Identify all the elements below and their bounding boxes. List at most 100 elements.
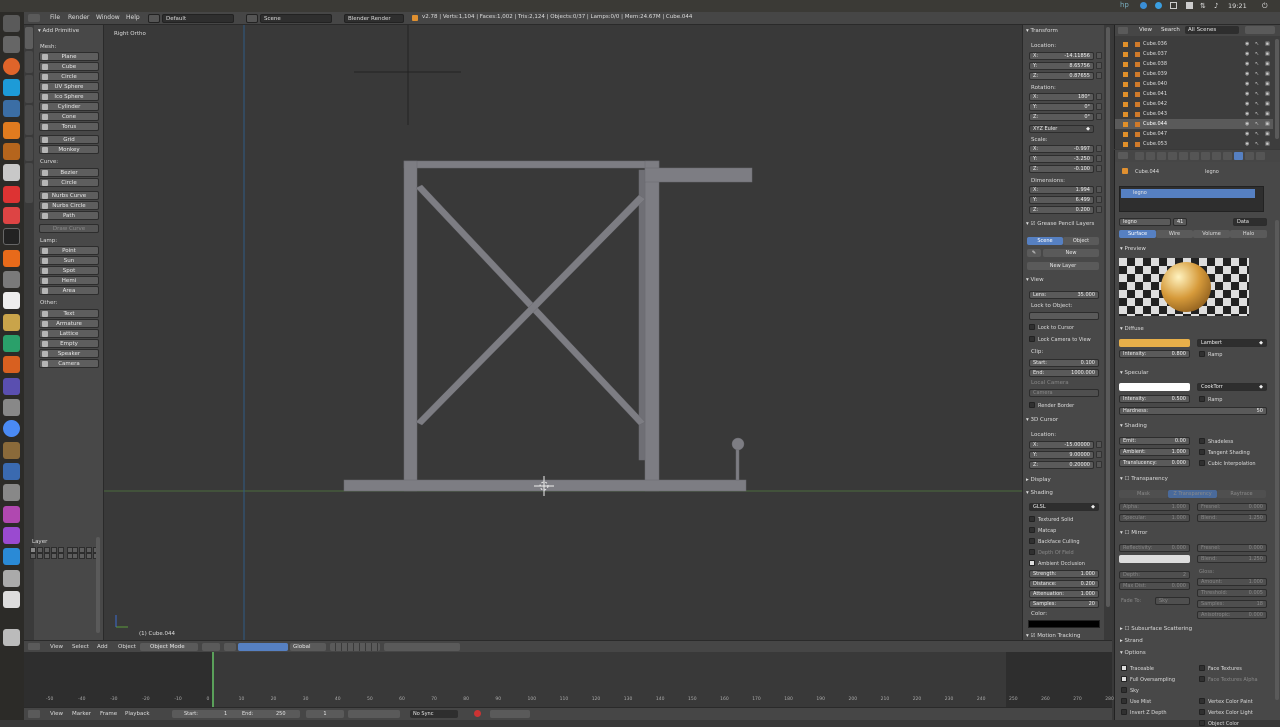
- panel-diffuse[interactable]: ▾ Diffuse: [1120, 326, 1144, 332]
- app-icon[interactable]: [3, 335, 20, 352]
- outliner-row[interactable]: Cube.041 ◉ ↖ ▣: [1115, 89, 1273, 99]
- gp-scene-tab[interactable]: Scene: [1027, 237, 1063, 245]
- dropbox-icon[interactable]: [1140, 2, 1147, 9]
- app-icon[interactable]: [3, 442, 20, 459]
- render-icon[interactable]: ▣: [1265, 49, 1270, 59]
- visibility-icon[interactable]: ◉: [1245, 109, 1249, 119]
- lock-icon[interactable]: [1096, 113, 1102, 120]
- select-icon[interactable]: ↖: [1255, 129, 1259, 139]
- app-icon[interactable]: [3, 207, 20, 224]
- lock-icon[interactable]: [1096, 155, 1102, 162]
- option-checkbox[interactable]: [1199, 665, 1205, 671]
- lamp-hemi-button[interactable]: Hemi: [39, 276, 99, 285]
- mesh-cylinder-button[interactable]: Cylinder: [39, 102, 99, 111]
- app-icon[interactable]: [3, 378, 20, 395]
- gp-object-tab[interactable]: Object: [1063, 237, 1099, 245]
- lamp-sun-button[interactable]: Sun: [39, 256, 99, 265]
- mode-select[interactable]: Object Mode: [140, 643, 198, 651]
- editor-type-icon[interactable]: [28, 710, 40, 718]
- curve-circle-button[interactable]: Circle: [39, 178, 99, 187]
- playback-controls[interactable]: [348, 710, 400, 718]
- app-icon[interactable]: [3, 506, 20, 523]
- draw-curve-button[interactable]: Draw Curve: [39, 224, 99, 233]
- specular-intensity[interactable]: Intensity: 0.500: [1119, 395, 1190, 403]
- local-camera-field[interactable]: Camera: [1029, 389, 1099, 397]
- app-icon[interactable]: [3, 484, 20, 501]
- frame-range[interactable]: Start: 1 End: 250: [172, 710, 300, 718]
- location-z-field[interactable]: Z: 0.87655: [1029, 72, 1094, 80]
- outliner-row[interactable]: Cube.040 ◉ ↖ ▣: [1115, 79, 1273, 89]
- dimensions-y-field[interactable]: Y: 6.499: [1029, 196, 1094, 204]
- option-checkbox[interactable]: [1199, 720, 1205, 726]
- reflectivity-field[interactable]: Reflectivity: 0.000: [1119, 544, 1190, 552]
- hp-icon[interactable]: hp: [1120, 1, 1129, 9]
- option-checkbox[interactable]: [1121, 687, 1127, 693]
- visibility-icon[interactable]: ◉: [1245, 119, 1249, 129]
- pivot-select[interactable]: [224, 643, 236, 651]
- material-slot[interactable]: legno: [1121, 189, 1255, 198]
- vp-menu-object[interactable]: Object: [118, 644, 136, 650]
- scale-x-field[interactable]: X: -0.997: [1029, 145, 1094, 153]
- matcap-checkbox[interactable]: [1029, 527, 1035, 533]
- vp-menu-add[interactable]: Add: [97, 644, 108, 650]
- props-context-tab[interactable]: [1212, 152, 1221, 160]
- layout-select[interactable]: Default: [162, 14, 234, 23]
- outliner-display-mode[interactable]: All Scenes: [1185, 26, 1239, 34]
- mirror-color[interactable]: [1119, 555, 1190, 563]
- outliner-row[interactable]: Cube.042 ◉ ↖ ▣: [1115, 99, 1273, 109]
- panel-transparency[interactable]: ▾ ☐ Transparency: [1120, 476, 1168, 482]
- render-icon[interactable]: ▣: [1265, 59, 1270, 69]
- fresnel-field[interactable]: Fresnel: 0.000: [1197, 503, 1267, 511]
- ao-color-swatch[interactable]: [1028, 620, 1100, 628]
- render-icon[interactable]: ▣: [1265, 39, 1270, 49]
- skype-icon[interactable]: [3, 79, 20, 96]
- network-icon[interactable]: ⇅: [1200, 2, 1206, 10]
- mesh-cone-button[interactable]: Cone: [39, 112, 99, 121]
- app-icon[interactable]: [3, 164, 20, 181]
- editor-type-icon[interactable]: [28, 643, 40, 650]
- render-icon[interactable]: ▣: [1265, 129, 1270, 139]
- visibility-icon[interactable]: ◉: [1245, 89, 1249, 99]
- trash-icon[interactable]: [3, 629, 20, 646]
- props-context-tab[interactable]: [1190, 152, 1199, 160]
- specular-ramp-checkbox[interactable]: [1199, 396, 1205, 402]
- pin-icon[interactable]: [1122, 168, 1128, 174]
- dof-checkbox[interactable]: [1029, 549, 1035, 555]
- panel-mirror[interactable]: ▾ ☐ Mirror: [1120, 530, 1147, 536]
- ao-field[interactable]: Samples: 20: [1029, 600, 1099, 608]
- shadeless-checkbox[interactable]: [1199, 438, 1205, 444]
- visibility-icon[interactable]: ◉: [1245, 99, 1249, 109]
- tl-menu-frame[interactable]: Frame: [100, 711, 117, 717]
- scene-icon[interactable]: [246, 14, 258, 23]
- outliner-row[interactable]: Cube.043 ◉ ↖ ▣: [1115, 109, 1273, 119]
- lock-icon[interactable]: [1096, 93, 1102, 100]
- cubic-checkbox[interactable]: [1199, 460, 1205, 466]
- outliner-row[interactable]: Cube.038 ◉ ↖ ▣: [1115, 59, 1273, 69]
- app-icon[interactable]: [3, 314, 20, 331]
- app-icon[interactable]: [3, 143, 20, 160]
- panel-grease-pencil[interactable]: ▾ ☑ Grease Pencil Layers: [1026, 221, 1094, 227]
- props-context-tab[interactable]: [1256, 152, 1265, 160]
- editor-type-icon[interactable]: [1118, 27, 1128, 34]
- option-checkbox[interactable]: [1199, 698, 1205, 704]
- terminal-icon[interactable]: [3, 228, 20, 245]
- props-context-tab[interactable]: [1179, 152, 1188, 160]
- visibility-icon[interactable]: ◉: [1245, 49, 1249, 59]
- props-context-tab[interactable]: [1157, 152, 1166, 160]
- clip-end-field[interactable]: End: 1000.000: [1029, 369, 1099, 377]
- timeline[interactable]: -50 -40 -30 -20 -10 0 10 20 30 40 50 60 70 80 90 100 110…: [24, 652, 1114, 707]
- firefox-icon[interactable]: [3, 58, 20, 75]
- props-context-tab[interactable]: [1168, 152, 1177, 160]
- app-icon[interactable]: [3, 570, 20, 587]
- mesh-cube-button[interactable]: Cube: [39, 62, 99, 71]
- mirror-fresnel-field[interactable]: Fresnel: 0.000: [1197, 544, 1267, 552]
- app-icon[interactable]: [3, 356, 20, 373]
- gp-new-button[interactable]: New: [1043, 249, 1099, 257]
- blender-icon[interactable]: [3, 122, 20, 139]
- outliner-menu-search[interactable]: Search: [1161, 27, 1180, 33]
- keying-set[interactable]: [490, 710, 530, 718]
- tab-animation[interactable]: [25, 105, 33, 135]
- props-context-tab[interactable]: [1234, 152, 1243, 160]
- option-checkbox[interactable]: [1199, 676, 1205, 682]
- curve-bezier-button[interactable]: Bezier: [39, 168, 99, 177]
